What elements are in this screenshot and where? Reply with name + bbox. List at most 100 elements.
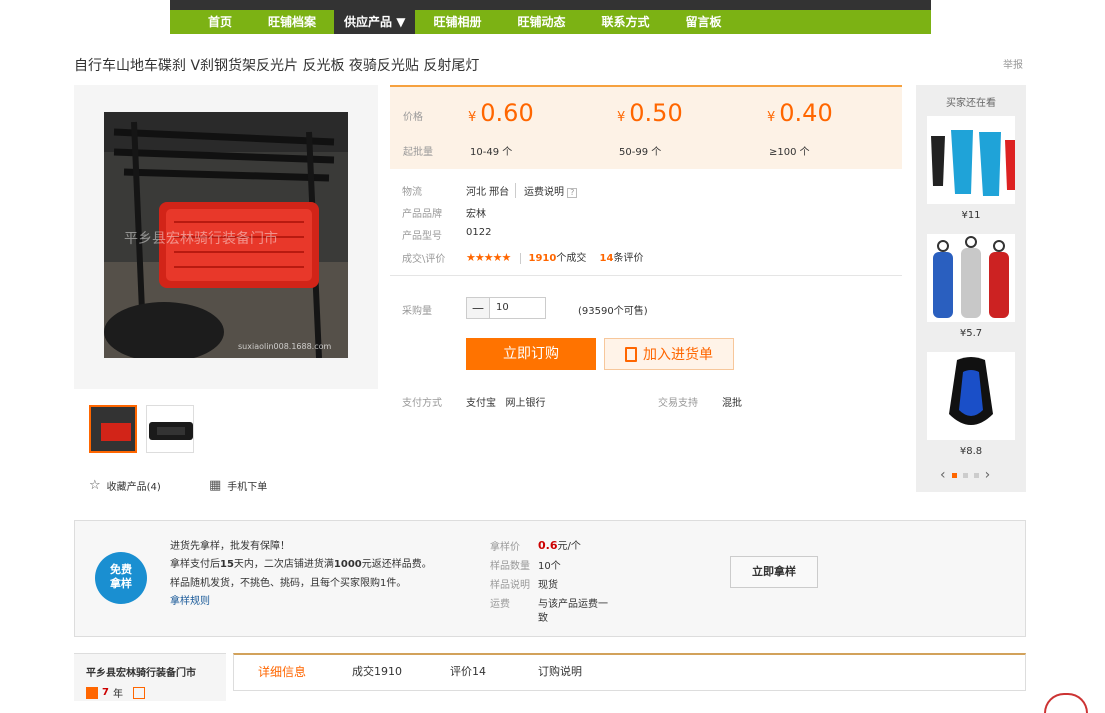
related-product-2-price: ¥5.7 [959,328,983,339]
chevron-right-icon[interactable]: › [985,467,991,483]
deals-count: 1910 [528,253,557,264]
price-tier-3: ¥0.40 [767,99,833,127]
qty-tier-1: 10-49 个 [470,147,513,158]
mobile-order[interactable]: ▦ 手机下单 [209,478,267,493]
product-title: 自行车山地车碟刹 V刹钢货架反光片 反光板 夜骑反光贴 反射尾灯 [74,58,480,74]
qty-input[interactable]: 10 [489,297,546,319]
deals-link[interactable]: 1910个成交 [519,253,590,264]
shop-name[interactable]: 平乡县宏林骑行装备门市 [86,664,196,679]
sample-price-unit: 元/个 [557,541,581,552]
sample-line-2: 拿样支付后15天内，二次店铺进货满1000元返还样品费。 [170,555,432,570]
top-dark-bar [170,0,931,10]
qr-code-icon: ▦ [209,478,222,493]
model-value: 0122 [466,227,492,238]
related-product-2-image[interactable] [927,234,1015,322]
tab-reviews[interactable]: 评价14 [450,663,486,679]
reviews-count: 14 [599,253,614,264]
nav-item-profile[interactable]: 旺铺档案 [250,10,334,34]
sample-price-label: 拿样价 [490,542,520,553]
trade-label: 交易支持 [658,398,698,409]
sample-line-2-post: 元返还样品费。 [361,559,432,570]
thumbnail-1[interactable] [89,405,137,453]
nav-item-contact[interactable]: 联系方式 [583,10,667,34]
badge-line-2: 拿样 [110,577,132,590]
reviews-link[interactable]: 14条评价 [600,253,644,264]
add-to-cart-label: 加入进货单 [643,347,713,363]
sample-line-2-mid: 天内，二次店铺进货满 [233,559,334,570]
clipboard-icon [625,346,637,362]
related-product-1-image[interactable] [927,116,1015,204]
sample-line-3: 样品随机发货，不挑色、挑码，且每个买家限购1件。 [170,578,407,589]
pager-dot[interactable] [973,472,979,478]
nav-item-album[interactable]: 旺铺相册 [415,10,499,34]
qty-tier-2: 50-99 个 [619,147,662,158]
freight-link[interactable]: 运费说明 ? [515,183,578,198]
sample-price-value: 0.6 [538,539,558,552]
sample-desc-label: 样品说明 [490,580,530,591]
price-tier-2: ¥0.50 [617,99,683,127]
help-icon[interactable]: ? [567,188,578,198]
rail-title: 买家还在看 [946,98,996,109]
nav-item-products[interactable]: 供应产品 ▼ [334,10,416,34]
qty-label: 采购量 [402,306,432,317]
tab-details[interactable]: 详细信息 [258,663,306,680]
sample-amount: 1000 [333,559,362,570]
nav-item-guestbook[interactable]: 留言板 [668,10,740,34]
price-tier-1-value: 0.60 [480,99,534,127]
brand-label: 产品品牌 [402,209,442,220]
moq-label: 起批量 [403,147,433,158]
currency-symbol: ¥ [468,110,477,125]
free-sample-badge: 免费 拿样 [95,552,147,604]
sample-price: 0.6元/个 [538,537,581,552]
sample-qty-value: 10个 [538,561,561,572]
model-label: 产品型号 [402,231,442,242]
pager-dot-active[interactable] [951,472,957,478]
image-watermark-url: suxiaolin008.1688.com [238,342,332,351]
related-product-1-price: ¥11 [961,210,981,221]
qty-tier-3: ≥100 个 [769,147,810,158]
shop-nav: 首页 旺铺档案 供应产品 ▼ 旺铺相册 旺铺动态 联系方式 留言板 [170,10,931,34]
sample-freight-label: 运费 [490,599,510,610]
rail-pager: ‹ › [940,467,990,483]
order-now-button[interactable]: 立即订购 [466,338,596,370]
mobile-order-label: 手机下单 [227,482,268,493]
image-watermark: 平乡县宏林骑行装备门市 [124,231,278,247]
thumbnail-2[interactable] [146,405,194,453]
logistics-value: 河北 邢台 [466,187,510,198]
brand-value: 宏林 [466,209,486,220]
tab-order-notes[interactable]: 订购说明 [538,663,582,679]
price-label: 价格 [403,112,423,123]
favorite-product[interactable]: ☆ 收藏产品(4) [89,478,161,493]
tab-deals[interactable]: 成交1910 [352,663,402,679]
add-to-cart-button[interactable]: 加入进货单 [604,338,734,370]
chevron-left-icon[interactable]: ‹ [940,467,946,483]
logistics-label: 物流 [402,187,422,198]
nav-item-news[interactable]: 旺铺动态 [499,10,583,34]
get-sample-button[interactable]: 立即拿样 [730,556,818,588]
shop-years-value: 7 [102,687,109,698]
star-outline-icon: ☆ [89,478,101,493]
sample-rules-link[interactable]: 拿样规则 [170,592,210,607]
deals-label: 成交\评价 [402,254,446,265]
pager-dot[interactable] [962,472,968,478]
currency-symbol: ¥ [617,110,626,125]
shop-years-icon [86,686,98,699]
payment-value: 支付宝 网上银行 [466,398,546,409]
freight-link-label: 运费说明 [524,187,564,198]
sample-line-1: 进货先拿样，批发有保障！ [170,541,290,552]
report-link[interactable]: 举报 [1003,56,1023,71]
sample-days: 15 [220,559,234,570]
sample-line-2-pre: 拿样支付后 [170,559,220,570]
nav-item-home[interactable]: 首页 [190,10,250,34]
reviews-suffix: 条评价 [613,253,644,264]
sample-qty-label: 样品数量 [490,561,530,572]
floating-service-icon[interactable] [1044,693,1088,713]
price-tier-2-value: 0.50 [629,99,683,127]
main-product-image[interactable]: 平乡县宏林骑行装备门市 suxiaolin008.1688.com [104,112,348,358]
currency-symbol: ¥ [767,110,776,125]
sample-desc-value: 现货 [538,580,558,591]
price-tier-1: ¥0.60 [468,99,534,127]
related-product-3-price: ¥8.8 [959,446,983,457]
related-product-3-image[interactable] [927,352,1015,440]
qty-decrease-button[interactable]: — [466,297,490,319]
